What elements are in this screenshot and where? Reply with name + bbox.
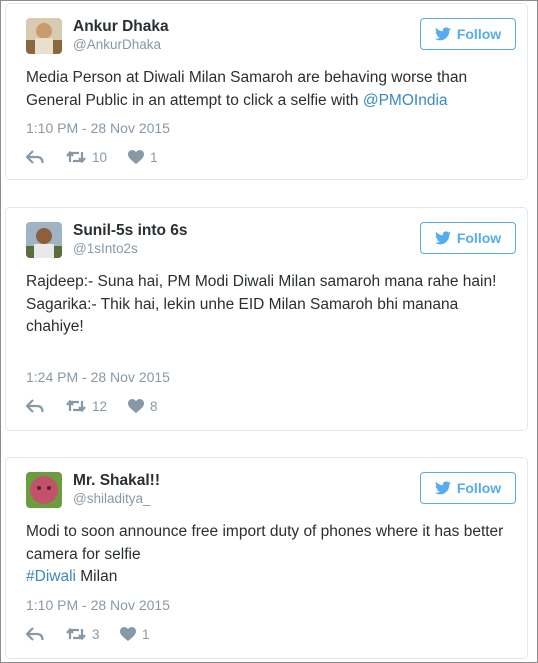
follow-label: Follow xyxy=(456,230,502,246)
retweet-count: 10 xyxy=(92,149,108,165)
like-button[interactable]: 1 xyxy=(120,627,150,642)
like-count: 1 xyxy=(150,149,158,165)
reply-button[interactable] xyxy=(26,399,66,413)
avatar[interactable] xyxy=(26,222,62,258)
follow-label: Follow xyxy=(456,480,502,496)
display-name[interactable]: Sunil-5s into 6s xyxy=(73,222,188,240)
reply-arrow-icon xyxy=(26,150,44,164)
follow-button[interactable]: Follow xyxy=(420,18,516,50)
retweet-count: 12 xyxy=(92,398,108,414)
tweet-actions: 10 1 xyxy=(26,147,158,167)
reply-button[interactable] xyxy=(26,627,66,641)
twitter-bird-icon xyxy=(434,231,451,245)
like-count: 8 xyxy=(150,398,158,414)
tweet-text: Rajdeep:- Suna hai, PM Modi Diwali Milan… xyxy=(26,271,512,339)
retweet-icon xyxy=(66,399,86,413)
heart-icon xyxy=(128,150,144,164)
reply-arrow-icon xyxy=(26,399,44,413)
retweet-icon xyxy=(66,627,86,641)
retweet-button[interactable]: 10 xyxy=(66,150,128,165)
like-button[interactable]: 8 xyxy=(128,399,158,414)
tweet-text-line: Rajdeep:- Suna hai, PM Modi Diwali Milan… xyxy=(26,273,497,290)
tweet-text: Modi to soon announce free import duty o… xyxy=(26,521,512,589)
follow-button[interactable]: Follow xyxy=(420,472,516,504)
tweet-actions: 3 1 xyxy=(26,624,150,644)
display-name[interactable]: Ankur Dhaka xyxy=(73,18,169,36)
display-name[interactable]: Mr. Shakal!! xyxy=(73,472,160,490)
timestamp[interactable]: 1:10 PM - 28 Nov 2015 xyxy=(26,120,170,136)
follow-label: Follow xyxy=(456,26,502,42)
timestamp[interactable]: 1:10 PM - 28 Nov 2015 xyxy=(26,597,170,613)
tweet-text: Media Person at Diwali Milan Samaroh are… xyxy=(26,67,512,112)
tweet-card: Ankur Dhaka @AnkurDhaka Follow Media Per… xyxy=(5,3,528,180)
tweet-text-line: Modi to soon announce free import duty o… xyxy=(26,523,504,563)
retweet-icon xyxy=(66,150,86,164)
twitter-bird-icon xyxy=(434,481,451,495)
reply-arrow-icon xyxy=(26,627,44,641)
hashtag-link[interactable]: #Diwali xyxy=(26,568,76,585)
twitter-bird-icon xyxy=(434,27,451,41)
tweet-actions: 12 8 xyxy=(26,396,158,416)
user-handle[interactable]: @1sInto2s xyxy=(73,241,138,256)
follow-button[interactable]: Follow xyxy=(420,222,516,254)
embedded-tweets-panel: Ankur Dhaka @AnkurDhaka Follow Media Per… xyxy=(0,0,538,663)
tweet-text-tail: Milan xyxy=(75,568,118,585)
like-button[interactable]: 1 xyxy=(128,150,158,165)
retweet-count: 3 xyxy=(92,626,100,642)
mention-link[interactable]: @PMOIndia xyxy=(363,92,448,109)
retweet-button[interactable]: 3 xyxy=(66,627,120,642)
like-count: 1 xyxy=(142,626,150,642)
avatar[interactable] xyxy=(26,472,62,508)
tweet-text-line: Sagarika:- Thik hai, lekin unhe EID Mila… xyxy=(26,295,459,336)
retweet-button[interactable]: 12 xyxy=(66,399,128,414)
user-handle[interactable]: @shiladitya_ xyxy=(73,491,151,506)
heart-icon xyxy=(128,399,144,413)
tweet-card: Mr. Shakal!! @shiladitya_ Follow Modi to… xyxy=(5,457,528,659)
timestamp[interactable]: 1:24 PM - 28 Nov 2015 xyxy=(26,369,170,385)
user-handle[interactable]: @AnkurDhaka xyxy=(73,37,161,52)
tweet-card: Sunil-5s into 6s @1sInto2s Follow Rajdee… xyxy=(5,207,528,431)
avatar[interactable] xyxy=(26,18,62,54)
reply-button[interactable] xyxy=(26,150,66,164)
heart-icon xyxy=(120,627,136,641)
